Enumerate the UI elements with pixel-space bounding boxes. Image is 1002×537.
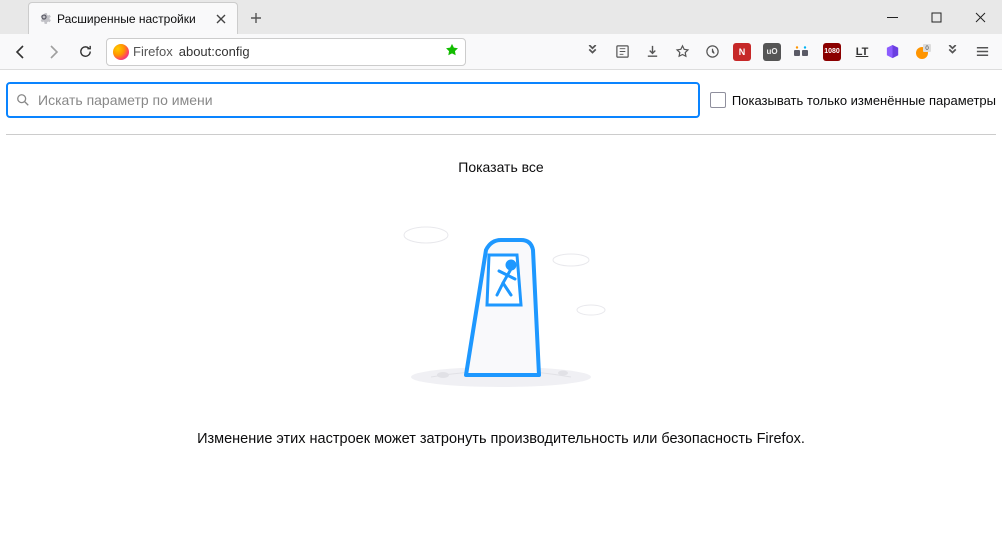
back-button[interactable] <box>6 38 36 66</box>
settings-icon <box>37 10 51 27</box>
extension-noscript-icon[interactable]: N <box>728 38 756 66</box>
tab-title: Расширенные настройки <box>57 12 207 26</box>
downloads-icon[interactable] <box>638 38 666 66</box>
search-row: Показывать только изменённые параметры <box>6 82 996 135</box>
app-menu-button[interactable] <box>968 38 996 66</box>
url-bar[interactable]: Firefox about:config <box>106 38 466 66</box>
identity-box[interactable]: Firefox <box>113 44 173 60</box>
search-input[interactable] <box>38 92 690 108</box>
overflow-left-icon[interactable] <box>578 38 606 66</box>
show-modified-checkbox-row[interactable]: Показывать только изменённые параметры <box>710 92 996 108</box>
extension-cube-icon[interactable] <box>878 38 906 66</box>
window-close-button[interactable] <box>958 0 1002 34</box>
firefox-icon <box>113 44 129 60</box>
window-minimize-button[interactable] <box>870 0 914 34</box>
caution-illustration <box>6 205 996 395</box>
reader-view-icon[interactable] <box>608 38 636 66</box>
search-box[interactable] <box>6 82 700 118</box>
window-maximize-button[interactable] <box>914 0 958 34</box>
warning-text: Изменение этих настроек может затронуть … <box>6 431 996 447</box>
tab-strip: Расширенные настройки <box>0 0 270 34</box>
extension-1080-icon[interactable]: 1080 <box>818 38 846 66</box>
extension-badge-icon[interactable]: 0 <box>908 38 936 66</box>
toolbar-extension-area: N uO 1080 LT 0 <box>578 38 996 66</box>
forward-button[interactable] <box>38 38 68 66</box>
browser-tab[interactable]: Расширенные настройки <box>28 2 238 34</box>
bookmark-star-icon[interactable] <box>445 43 459 60</box>
reload-button[interactable] <box>70 38 100 66</box>
new-tab-button[interactable] <box>242 4 270 32</box>
show-modified-label: Показывать только изменённые параметры <box>732 93 996 108</box>
identity-label: Firefox <box>133 44 173 59</box>
window-controls <box>870 0 1002 34</box>
extension-ublock-icon[interactable]: uO <box>758 38 786 66</box>
extension-lt-icon[interactable]: LT <box>848 38 876 66</box>
tab-close-button[interactable] <box>213 11 229 27</box>
about-config-content: Показывать только изменённые параметры П… <box>0 70 1002 447</box>
show-modified-checkbox[interactable] <box>710 92 726 108</box>
url-text: about:config <box>179 44 439 59</box>
titlebar: Расширенные настройки <box>0 0 1002 34</box>
search-icon <box>16 93 30 107</box>
extension-container-icon[interactable] <box>788 38 816 66</box>
history-icon[interactable] <box>698 38 726 66</box>
nav-toolbar: Firefox about:config N uO <box>0 34 1002 70</box>
bookmarks-star-icon[interactable] <box>668 38 696 66</box>
overflow-right-icon[interactable] <box>938 38 966 66</box>
show-all-link[interactable]: Показать все <box>6 159 996 175</box>
